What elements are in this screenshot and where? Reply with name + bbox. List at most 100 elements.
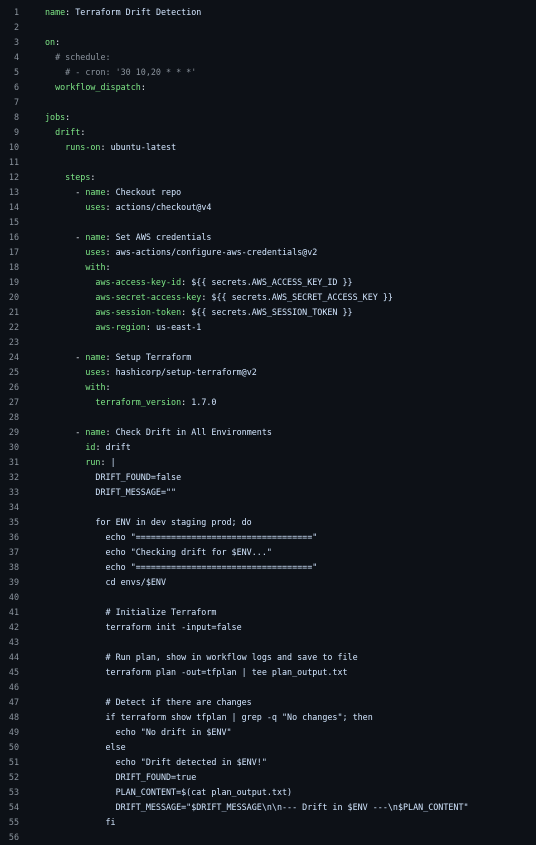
code-line[interactable]: 28 — [0, 410, 536, 425]
code-line[interactable]: 7 — [0, 95, 536, 110]
line-content: with: — [19, 260, 111, 275]
code-line[interactable]: 50 else — [0, 740, 536, 755]
line-number: 15 — [8, 217, 19, 227]
code-line[interactable]: 41 # Initialize Terraform — [0, 605, 536, 620]
code-token: steps — [65, 172, 91, 182]
code-line[interactable]: 8 jobs: — [0, 110, 536, 125]
line-number: 2 — [13, 22, 19, 32]
code-line[interactable]: 55 fi — [0, 815, 536, 830]
code-line[interactable]: 33 DRIFT_MESSAGE="" — [0, 485, 536, 500]
code-line[interactable]: 49 echo "No drift in $ENV" — [0, 725, 536, 740]
code-token: with — [85, 262, 106, 272]
code-token: echo "Checking drift for $ENV..." — [45, 547, 272, 557]
code-line[interactable]: 3 on: — [0, 35, 536, 50]
code-line[interactable]: 43 — [0, 635, 536, 650]
code-line[interactable]: 45 terraform plan -out=tfplan | tee plan… — [0, 665, 536, 680]
code-line[interactable]: 6 workflow_dispatch: — [0, 80, 536, 95]
line-content: echo "Drift detected in $ENV!" — [19, 755, 267, 770]
code-token: # - cron: '30 10,20 * * *' — [45, 67, 197, 77]
code-line[interactable]: 51 echo "Drift detected in $ENV!" — [0, 755, 536, 770]
code-line[interactable]: 13 - name: Checkout repo — [0, 185, 536, 200]
line-number: 1 — [13, 7, 19, 17]
code-token: : — [105, 262, 111, 272]
line-content: if terraform show tfplan | grep -q "No c… — [19, 710, 373, 725]
code-line[interactable]: 47 # Detect if there are changes — [0, 695, 536, 710]
code-token: : — [95, 442, 106, 452]
code-line[interactable]: 17 uses: aws-actions/configure-aws-crede… — [0, 245, 536, 260]
code-line[interactable]: 2 — [0, 20, 536, 35]
line-number: 4 — [13, 52, 19, 62]
code-line[interactable]: 14 uses: actions/checkout@v4 — [0, 200, 536, 215]
code-line[interactable]: 26 with: — [0, 380, 536, 395]
code-line[interactable]: 44 # Run plan, show in workflow logs and… — [0, 650, 536, 665]
line-content: aws-region: us-east-1 — [19, 320, 201, 335]
code-token: : — [100, 457, 111, 467]
line-number: 24 — [8, 352, 19, 362]
code-line[interactable]: 5 # - cron: '30 10,20 * * *' — [0, 65, 536, 80]
code-token: ${{ secrets.AWS_SECRET_ACCESS_KEY }} — [211, 292, 393, 302]
code-line[interactable]: 24 - name: Setup Terraform — [0, 350, 536, 365]
code-line[interactable]: 29 - name: Check Drift in All Environmen… — [0, 425, 536, 440]
code-token: : — [100, 142, 111, 152]
code-line[interactable]: 48 if terraform show tfplan | grep -q "N… — [0, 710, 536, 725]
code-token: : — [140, 82, 146, 92]
code-line[interactable]: 39 cd envs/$ENV — [0, 575, 536, 590]
line-content: runs-on: ubuntu-latest — [19, 140, 176, 155]
code-line[interactable]: 9 drift: — [0, 125, 536, 140]
code-line[interactable]: 16 - name: Set AWS credentials — [0, 230, 536, 245]
code-token: Checkout repo — [115, 187, 182, 197]
code-token: terraform init -input=false — [45, 622, 242, 632]
code-line[interactable]: 23 — [0, 335, 536, 350]
code-line[interactable]: 4 # schedule: — [0, 50, 536, 65]
code-line[interactable]: 42 terraform init -input=false — [0, 620, 536, 635]
line-number: 54 — [8, 802, 19, 812]
code-line[interactable]: 38 echo "===============================… — [0, 560, 536, 575]
code-line[interactable]: 15 — [0, 215, 536, 230]
line-number: 26 — [8, 382, 19, 392]
line-number: 31 — [8, 457, 19, 467]
line-content: terraform_version: 1.7.0 — [19, 395, 216, 410]
line-content: DRIFT_MESSAGE="" — [19, 485, 176, 500]
code-line[interactable]: 21 aws-session-token: ${{ secrets.AWS_SE… — [0, 305, 536, 320]
line-number: 9 — [13, 127, 19, 137]
code-line[interactable]: 12 steps: — [0, 170, 536, 185]
code-line[interactable]: 22 aws-region: us-east-1 — [0, 320, 536, 335]
code-line[interactable]: 11 — [0, 155, 536, 170]
code-line[interactable]: 27 terraform_version: 1.7.0 — [0, 395, 536, 410]
code-line[interactable]: 35 for ENV in dev staging prod; do — [0, 515, 536, 530]
code-line[interactable]: 37 echo "Checking drift for $ENV..." — [0, 545, 536, 560]
code-token: name — [85, 232, 106, 242]
code-token: : — [55, 37, 61, 47]
code-token: - — [45, 187, 86, 197]
code-line[interactable]: 52 DRIFT_FOUND=true — [0, 770, 536, 785]
line-content: DRIFT_FOUND=true — [19, 770, 197, 785]
code-token: Check Drift in All Environments — [115, 427, 272, 437]
code-line[interactable]: 31 run: | — [0, 455, 536, 470]
code-line[interactable]: 30 id: drift — [0, 440, 536, 455]
line-content: terraform init -input=false — [19, 620, 242, 635]
code-editor[interactable]: 1 name: Terraform Drift Detection 2 3 on: 4 #… — [0, 0, 536, 842]
line-number: 38 — [8, 562, 19, 572]
code-line[interactable]: 34 — [0, 500, 536, 515]
code-token: : — [105, 232, 116, 242]
code-line[interactable]: 36 echo "===============================… — [0, 530, 536, 545]
code-line[interactable]: 1 name: Terraform Drift Detection — [0, 5, 536, 20]
code-line[interactable]: 56 — [0, 830, 536, 845]
code-line[interactable]: 46 — [0, 680, 536, 695]
code-line[interactable]: 18 with: — [0, 260, 536, 275]
code-line[interactable]: 25 uses: hashicorp/setup-terraform@v2 — [0, 365, 536, 380]
code-line[interactable]: 10 runs-on: ubuntu-latest — [0, 140, 536, 155]
code-line[interactable]: 53 PLAN_CONTENT=$(cat plan_output.txt) — [0, 785, 536, 800]
code-line[interactable]: 32 DRIFT_FOUND=false — [0, 470, 536, 485]
code-line[interactable]: 20 aws-secret-access-key: ${{ secrets.AW… — [0, 290, 536, 305]
line-number: 12 — [8, 172, 19, 182]
code-line[interactable]: 19 aws-access-key-id: ${{ secrets.AWS_AC… — [0, 275, 536, 290]
line-content: steps: — [19, 170, 95, 185]
line-number: 41 — [8, 607, 19, 617]
code-line[interactable]: 40 — [0, 590, 536, 605]
code-token: : — [105, 367, 116, 377]
code-line[interactable]: 54 DRIFT_MESSAGE="$DRIFT_MESSAGE\n\n--- … — [0, 800, 536, 815]
